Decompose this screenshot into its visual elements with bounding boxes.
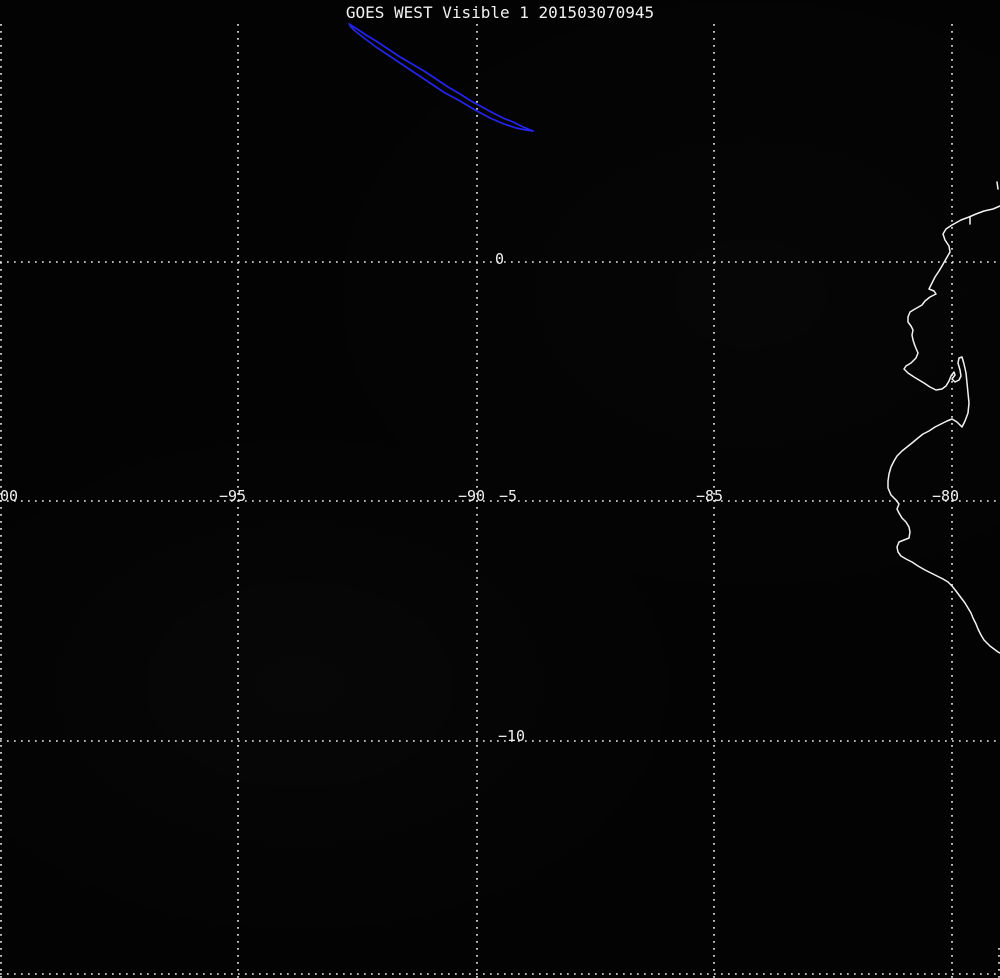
grid-label-lon-100: 00 <box>0 487 19 505</box>
grid-label-lon-80: −80 <box>932 487 960 505</box>
grid-label-lat-5: −5 <box>499 487 518 505</box>
grid-label-lon-95: −95 <box>219 487 247 505</box>
grid-label-lat-10: −10 <box>498 727 526 745</box>
coastline <box>887 205 1000 654</box>
coastline-fragment <box>996 181 999 190</box>
grid-label-lon-90: −90 <box>458 487 486 505</box>
satellite-image-viewer: GOES WEST Visible 1 201503070945 0 00 −9… <box>0 0 1000 978</box>
image-title: GOES WEST Visible 1 201503070945 <box>345 3 655 22</box>
grid-label-lat-0: 0 <box>495 250 505 268</box>
storm-track <box>348 23 534 132</box>
grid-label-lon-85: −85 <box>696 487 724 505</box>
